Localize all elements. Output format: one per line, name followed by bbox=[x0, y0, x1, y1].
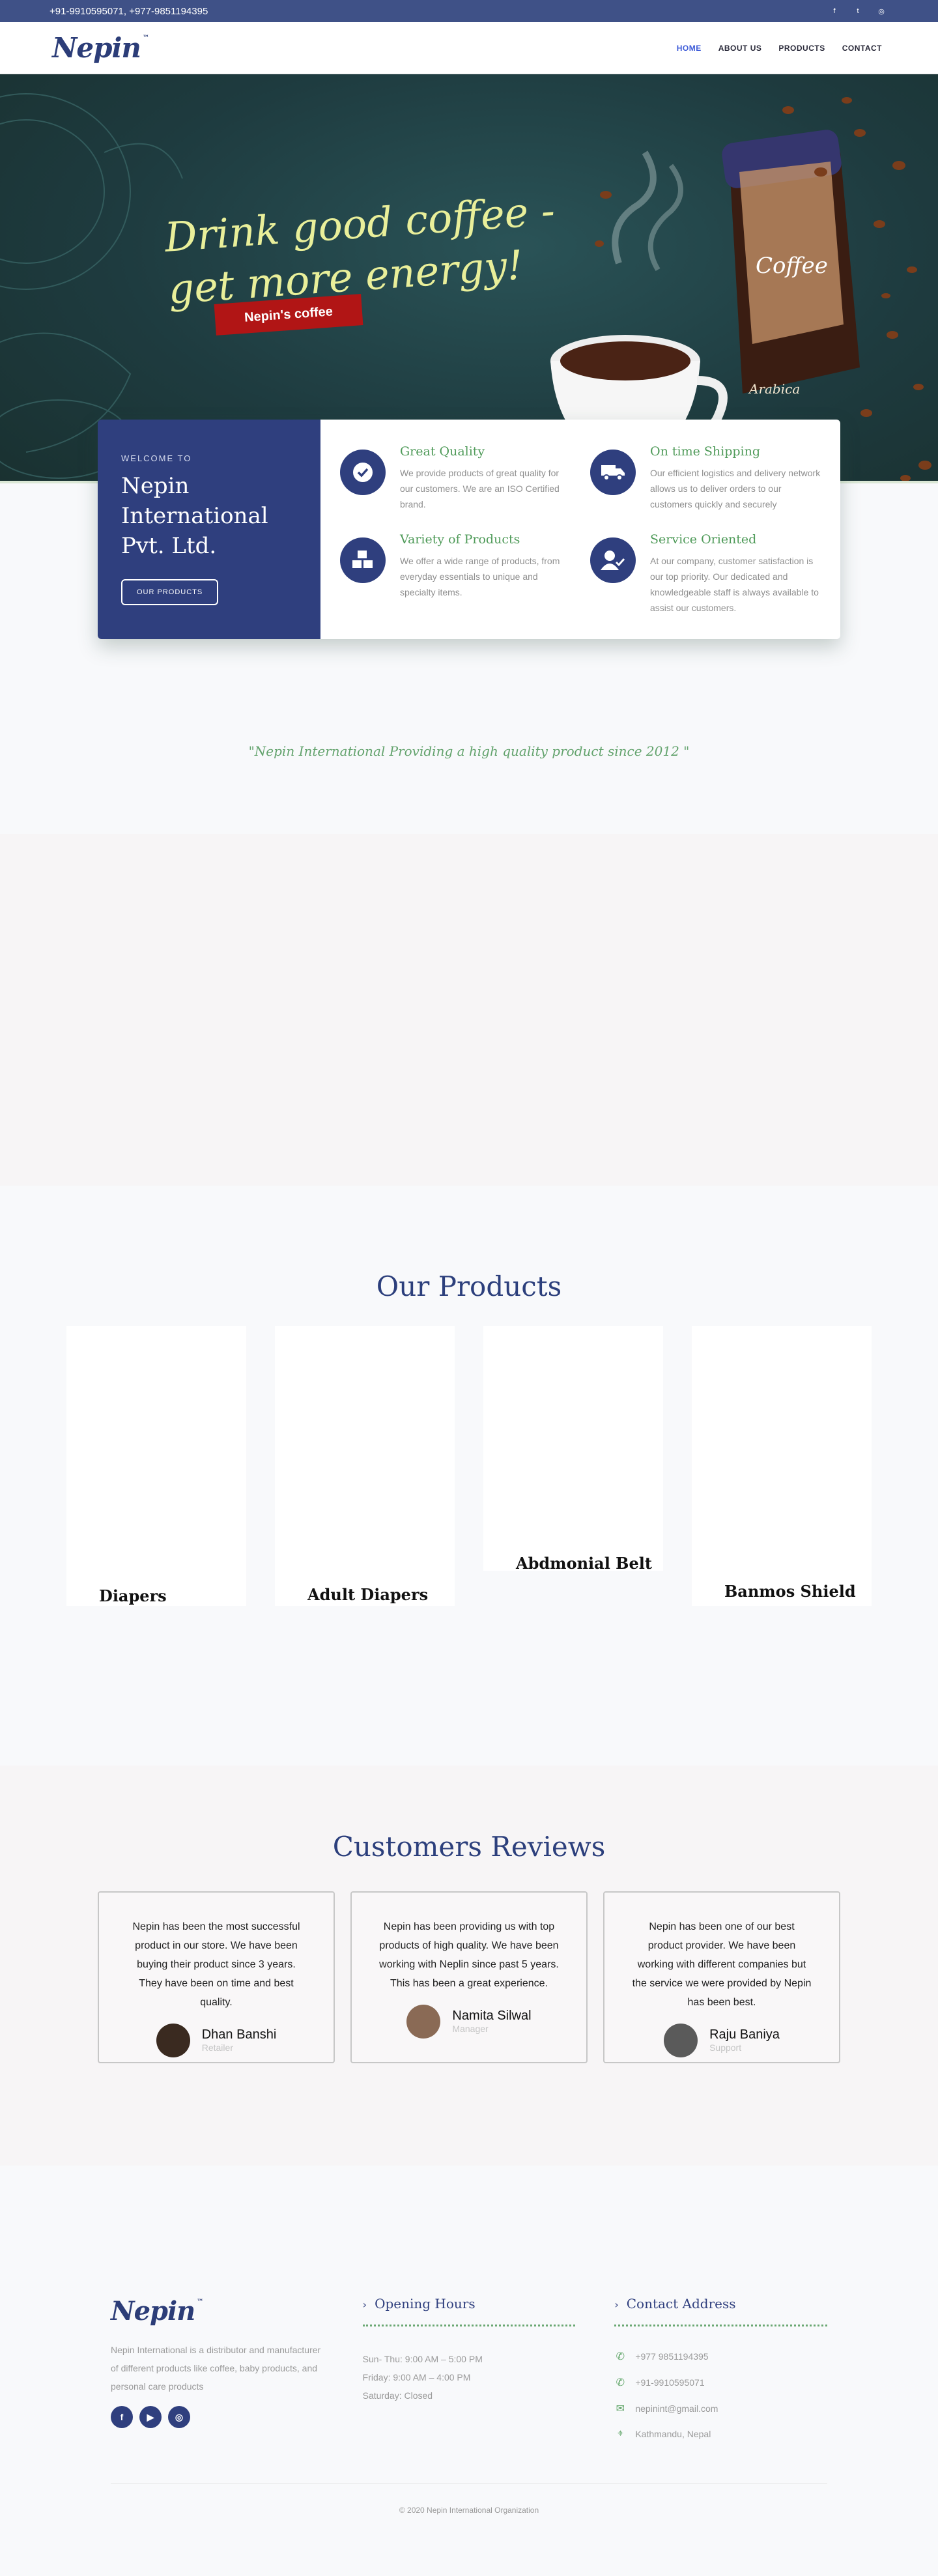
product-name: Diapers bbox=[99, 1586, 167, 1605]
facebook-icon[interactable]: f bbox=[830, 7, 839, 16]
hours-title: › Opening Hours bbox=[362, 2296, 576, 2326]
feature-title: Service Oriented bbox=[650, 532, 757, 547]
copyright: © 2020 Nepin International Organization bbox=[111, 2483, 827, 2515]
product-name: Banmos Shield bbox=[724, 1582, 856, 1601]
reviewer: Namita Silwal Manager bbox=[378, 2005, 560, 2039]
footer-logo[interactable]: Nepin ™ bbox=[111, 2296, 203, 2326]
nav-home[interactable]: HOME bbox=[677, 44, 702, 53]
footer-about: Nepin ™ Nepin International is a distribu… bbox=[111, 2296, 324, 2453]
product-name: Abdmonial Belt bbox=[516, 1554, 652, 1573]
reviews-section: Customers Reviews Nepin has been the mos… bbox=[0, 1766, 938, 2166]
intro-card: WELCOME TO Nepin International Pvt. Ltd.… bbox=[98, 420, 840, 639]
review-text: Nepin has been one of our best product p… bbox=[632, 1921, 812, 2008]
reviews-grid: Nepin has been the most successful produ… bbox=[0, 1891, 938, 2063]
svg-text:Coffee: Coffee bbox=[756, 253, 828, 279]
feature-text: We provide products of great quality for… bbox=[400, 468, 560, 509]
reviewer-role: Support bbox=[709, 2042, 742, 2053]
logo[interactable]: Nepin ™ bbox=[52, 32, 149, 64]
review-card: Nepin has been the most successful produ… bbox=[98, 1891, 335, 2063]
products-grid: Diapers Adult Diapers Abdmonial Belt Ban… bbox=[0, 1326, 938, 1606]
nav-contact[interactable]: CONTACT bbox=[842, 44, 882, 53]
feature-great-quality: Great Quality We provide products of gre… bbox=[340, 444, 571, 518]
products-section: Our Products Diapers Adult Diapers Abdmo… bbox=[0, 1186, 938, 1766]
intro-panel: WELCOME TO Nepin International Pvt. Ltd.… bbox=[98, 420, 320, 639]
topbar-socials: f t ◎ bbox=[830, 7, 886, 16]
product-name: Adult Diapers bbox=[307, 1585, 429, 1604]
footer-about-text: Nepin International is a distributor and… bbox=[111, 2345, 321, 2392]
footer: Nepin ™ Nepin International is a distribu… bbox=[0, 2166, 938, 2576]
review-card: Nepin has been one of our best product p… bbox=[603, 1891, 840, 2063]
instagram-icon[interactable]: ◎ bbox=[168, 2406, 190, 2428]
our-products-button[interactable]: OUR PRODUCTS bbox=[121, 579, 219, 605]
feature-text: Our efficient logistics and delivery net… bbox=[650, 468, 821, 509]
menu: HOME ABOUT US PRODUCTS CONTACT bbox=[677, 44, 882, 53]
footer-contact: › Contact Address ✆ +977 9851194395 ✆ +91-9… bbox=[614, 2296, 828, 2453]
hours-line: Saturday: Closed bbox=[362, 2390, 433, 2401]
blank-band bbox=[0, 834, 938, 1186]
welcome-label: WELCOME TO bbox=[121, 453, 192, 463]
reviewer-name: Dhan Banshi bbox=[201, 2027, 277, 2042]
products-title: Our Products bbox=[376, 1270, 562, 1302]
phone-numbers: +91-9910595071, +977-9851194395 bbox=[50, 5, 208, 17]
footer-hours: › Opening Hours Sun- Thu: 9:00 AM – 5:00 … bbox=[362, 2296, 576, 2453]
facebook-icon[interactable]: f bbox=[111, 2406, 133, 2428]
hours-line: Friday: 9:00 AM – 4:00 PM bbox=[362, 2372, 471, 2383]
nav-about[interactable]: ABOUT US bbox=[718, 44, 762, 53]
reviews-title: Customers Reviews bbox=[332, 1831, 606, 1863]
top-bar: +91-9910595071, +977-9851194395 f t ◎ bbox=[0, 0, 938, 22]
reviewer-name: Namita Silwal bbox=[452, 2008, 532, 2023]
feature-title: Variety of Products bbox=[400, 532, 520, 547]
review-card: Nepin has been providing us with top pro… bbox=[350, 1891, 588, 2063]
truck-icon bbox=[590, 450, 636, 495]
nav-products[interactable]: PRODUCTS bbox=[778, 44, 825, 53]
user-check-icon bbox=[590, 537, 636, 583]
main-nav: Nepin ™ HOME ABOUT US PRODUCTS CONTACT bbox=[0, 22, 938, 74]
reviewer: Raju Baniya Support bbox=[631, 2024, 813, 2057]
chevron-right-icon: › bbox=[614, 2298, 619, 2311]
product-card[interactable]: Banmos Shield bbox=[692, 1326, 872, 1606]
feature-text: At our company, customer satisfaction is… bbox=[650, 555, 819, 613]
twitter-icon[interactable]: t bbox=[853, 7, 862, 16]
boxes-icon bbox=[340, 537, 386, 583]
reviewer-role: Retailer bbox=[201, 2042, 233, 2053]
contact-email[interactable]: ✉ nepinint@gmail.com bbox=[614, 2402, 827, 2415]
chevron-right-icon: › bbox=[362, 2298, 367, 2311]
contact-phone-2[interactable]: ✆ +91-9910595071 bbox=[614, 2376, 827, 2389]
feature-title: On time Shipping bbox=[650, 444, 760, 459]
feature-text: We offer a wide range of products, from … bbox=[400, 555, 560, 597]
reviewer-role: Manager bbox=[452, 2023, 489, 2034]
feature-title: Great Quality bbox=[400, 444, 485, 459]
check-circle-icon bbox=[340, 450, 386, 495]
feature-service: Service Oriented At our company, custome… bbox=[590, 532, 821, 622]
svg-text:Arabica: Arabica bbox=[748, 381, 800, 397]
feature-variety: Variety of Products We offer a wide rang… bbox=[340, 532, 571, 622]
reviewer-name: Raju Baniya bbox=[709, 2027, 780, 2042]
product-card[interactable]: Abdmonial Belt bbox=[483, 1326, 663, 1573]
reviewer: Dhan Banshi Retailer bbox=[125, 2024, 307, 2057]
review-text: Nepin has been the most successful produ… bbox=[132, 1921, 300, 2008]
company-name: Nepin International Pvt. Ltd. bbox=[121, 473, 268, 559]
product-card[interactable]: Diapers bbox=[66, 1326, 246, 1606]
hours-line: Sun- Thu: 9:00 AM – 5:00 PM bbox=[362, 2354, 483, 2364]
feature-shipping: On time Shipping Our efficient logistics… bbox=[590, 444, 821, 518]
contact-address: ⌖ Kathmandu, Nepal bbox=[614, 2428, 827, 2440]
map-icon: ⌖ bbox=[617, 2428, 623, 2439]
whatsapp-icon: ✆ bbox=[616, 2377, 625, 2388]
youtube-icon[interactable]: ▶ bbox=[139, 2406, 162, 2428]
instagram-icon[interactable]: ◎ bbox=[877, 7, 886, 16]
avatar bbox=[156, 2024, 190, 2057]
avatar bbox=[664, 2024, 698, 2057]
features-grid: Great Quality We provide products of gre… bbox=[320, 420, 840, 639]
product-card[interactable]: Adult Diapers bbox=[275, 1326, 455, 1606]
tagline-quote: "Nepin International Providing a high qu… bbox=[248, 743, 690, 759]
footer-socials: f ▶ ◎ bbox=[111, 2406, 324, 2428]
review-text: Nepin has been providing us with top pro… bbox=[379, 1921, 559, 1989]
whatsapp-icon: ✆ bbox=[616, 2351, 625, 2362]
avatar bbox=[406, 2005, 441, 2039]
email-icon: ✉ bbox=[616, 2403, 625, 2414]
contact-phone-1[interactable]: ✆ +977 9851194395 bbox=[614, 2350, 827, 2363]
contact-title: › Contact Address bbox=[614, 2296, 828, 2326]
